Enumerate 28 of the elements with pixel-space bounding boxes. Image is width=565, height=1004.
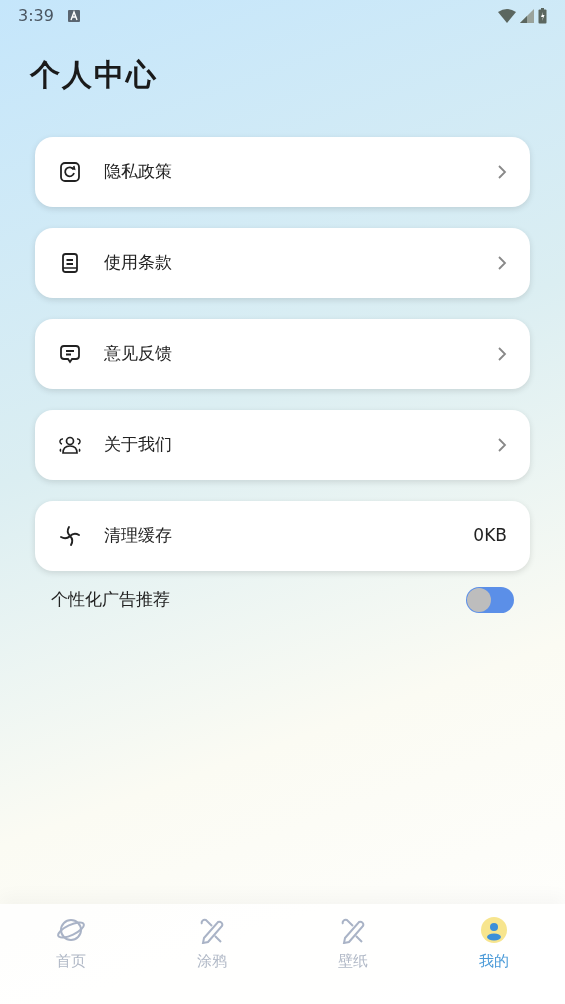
avatar-icon — [480, 916, 509, 944]
planet-icon — [56, 916, 85, 944]
menu-label: 清理缓存 — [104, 524, 173, 548]
wifi-icon — [498, 9, 516, 23]
menu-label: 使用条款 — [104, 251, 173, 275]
menu-label: 隐私政策 — [104, 160, 173, 184]
cache-size: 0KB — [473, 524, 507, 548]
menu-label: 关于我们 — [104, 433, 173, 457]
chevron-right-icon — [497, 255, 507, 271]
menu-item[interactable]: 使用条款 — [35, 228, 530, 298]
fan-icon — [58, 524, 82, 548]
page-title: 个人中心 — [30, 56, 159, 94]
toggle-switch[interactable] — [466, 587, 514, 613]
keyboard-icon — [67, 10, 80, 22]
menu-item[interactable]: 清理缓存 0KB — [35, 501, 530, 571]
signal-icon — [520, 9, 534, 23]
refresh-icon — [58, 160, 82, 184]
message-icon — [58, 342, 82, 366]
menu-item[interactable]: 隐私政策 — [35, 137, 530, 207]
menu-item[interactable]: 关于我们 — [35, 410, 530, 480]
status-time: 3:39 — [18, 5, 54, 27]
menu-label: 意见反馈 — [104, 342, 173, 366]
chevron-right-icon — [497, 437, 507, 453]
chevron-right-icon — [497, 346, 507, 362]
menu-item[interactable]: 意见反馈 — [35, 319, 530, 389]
battery-icon — [538, 8, 547, 24]
setting-label: 个性化广告推荐 — [51, 588, 170, 612]
chevron-right-icon — [497, 164, 507, 180]
